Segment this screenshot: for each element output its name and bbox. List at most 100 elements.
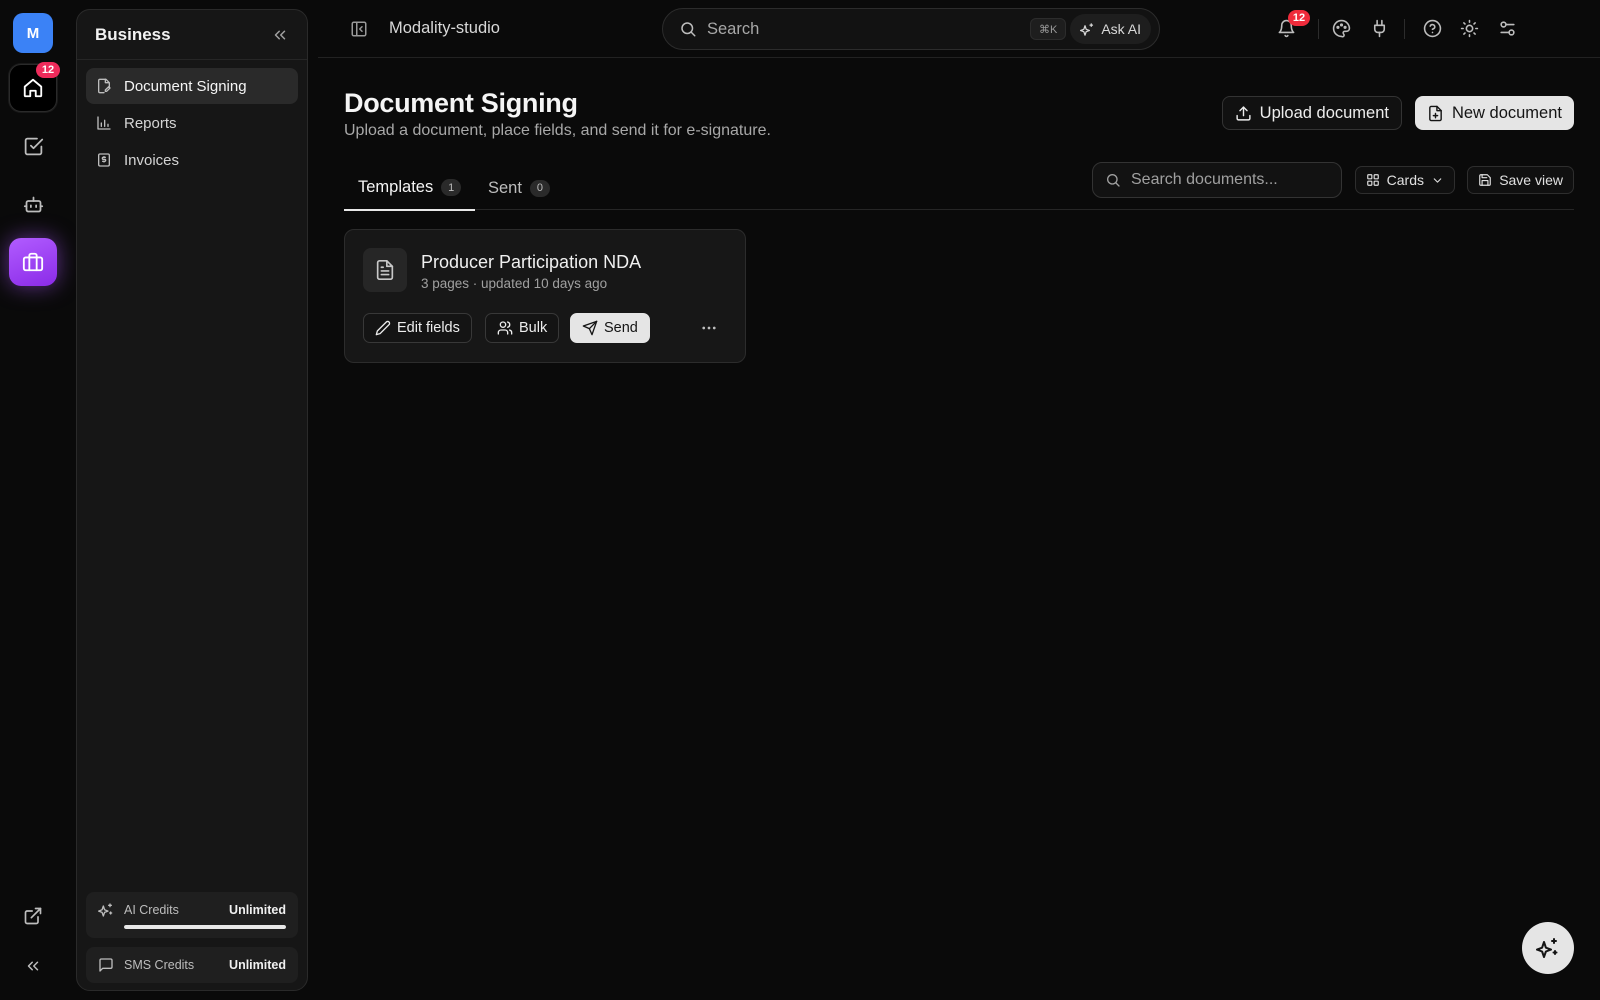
sidebar-header: Business xyxy=(77,10,307,60)
tab-templates[interactable]: Templates 1 xyxy=(344,166,476,211)
document-title[interactable]: Producer Participation NDA xyxy=(421,252,641,273)
send-icon xyxy=(582,320,598,336)
sidebar-title: Business xyxy=(95,24,171,44)
sidebar-item-label: Invoices xyxy=(124,151,180,169)
upload-icon xyxy=(1235,105,1252,122)
new-document-label: New document xyxy=(1451,103,1562,122)
send-button[interactable]: Send xyxy=(570,313,650,343)
top-bar-actions: 12 xyxy=(1278,0,1600,58)
sms-credits-label: SMS Credits xyxy=(124,958,195,972)
ai-credits-label: AI Credits xyxy=(124,903,179,917)
sidebar-item-label: Document Signing xyxy=(124,77,247,95)
page-title: Document Signing xyxy=(344,88,578,118)
pencil-icon xyxy=(375,320,391,336)
external-link-icon xyxy=(23,906,43,926)
sms-credits-value: Unlimited xyxy=(229,958,286,972)
integrations-button[interactable] xyxy=(1370,19,1389,38)
ai-credits-progress xyxy=(124,925,286,929)
rail-external-link-button[interactable] xyxy=(9,892,57,940)
sidebar-collapse-button[interactable] xyxy=(271,26,289,44)
rail-collapse-button[interactable] xyxy=(9,942,57,990)
sidebar-item-label: Reports xyxy=(124,114,177,132)
document-card[interactable]: Producer Participation NDA 3 pages · upd… xyxy=(344,229,746,363)
tab-sent[interactable]: Sent 0 xyxy=(474,166,564,210)
chevron-down-icon xyxy=(1431,174,1444,187)
sidebar-nav: Document Signing Reports Invoices xyxy=(77,60,307,187)
sparkles-icon xyxy=(98,902,114,918)
global-search[interactable]: Search ⌘K Ask AI xyxy=(662,8,1160,50)
more-options-button[interactable] xyxy=(697,318,721,338)
home-icon xyxy=(22,77,44,99)
sparkles-icon xyxy=(1536,936,1560,960)
ai-credits-panel: AI Credits Unlimited xyxy=(86,892,298,938)
invoice-icon xyxy=(96,152,112,168)
rail-home-button[interactable]: 12 xyxy=(9,62,60,112)
search-shortcut-hint: ⌘K xyxy=(1029,18,1067,40)
document-search-input[interactable]: Search documents... xyxy=(1092,162,1342,198)
new-document-button[interactable]: New document xyxy=(1414,96,1574,130)
bar-chart-icon xyxy=(96,115,112,131)
view-mode-select[interactable]: Cards xyxy=(1354,166,1455,194)
check-square-icon xyxy=(23,136,44,157)
search-placeholder: Search xyxy=(707,19,760,38)
sidebar-panel-icon xyxy=(350,20,368,38)
briefcase-icon xyxy=(22,251,44,273)
chevrons-left-icon xyxy=(24,957,42,975)
top-bar: Modality-studio Search ⌘K Ask AI 12 xyxy=(318,0,1600,58)
more-horizontal-icon xyxy=(700,319,718,337)
notifications-badge: 12 xyxy=(1288,10,1310,26)
sms-credits-panel: SMS Credits Unlimited xyxy=(86,947,298,983)
workspace-avatar[interactable]: M xyxy=(13,13,53,53)
sun-icon xyxy=(1460,19,1479,38)
tab-count: 0 xyxy=(529,179,550,197)
search-icon xyxy=(679,20,697,38)
file-plus-icon xyxy=(1427,105,1444,122)
bulk-label: Bulk xyxy=(519,320,548,336)
theme-palette-button[interactable] xyxy=(1332,19,1351,38)
ai-credits-progress-fill xyxy=(124,925,286,929)
avatar-initial: M xyxy=(26,24,40,42)
save-view-label: Save view xyxy=(1499,172,1563,188)
theme-toggle-button[interactable] xyxy=(1460,19,1479,38)
save-icon xyxy=(1478,173,1492,187)
plug-icon xyxy=(1370,19,1389,38)
document-thumbnail xyxy=(363,248,407,292)
sidebar-item-reports[interactable]: Reports xyxy=(86,105,298,141)
sidebar-item-document-signing[interactable]: Document Signing xyxy=(86,68,298,104)
save-view-button[interactable]: Save view xyxy=(1467,166,1574,194)
home-notification-badge: 12 xyxy=(36,62,60,78)
search-icon xyxy=(1105,172,1121,188)
help-button[interactable] xyxy=(1423,19,1442,38)
rail-business-button[interactable] xyxy=(9,238,57,286)
help-circle-icon xyxy=(1423,19,1442,38)
upload-document-button[interactable]: Upload document xyxy=(1221,96,1402,130)
send-label: Send xyxy=(604,320,638,336)
divider xyxy=(1318,19,1319,39)
app-rail: M 12 xyxy=(0,0,66,1000)
ai-assistant-button[interactable] xyxy=(1522,922,1574,974)
ai-credits-value: Unlimited xyxy=(229,903,286,917)
main-content: Document Signing Upload a document, plac… xyxy=(344,58,1574,1000)
bulk-send-button[interactable]: Bulk xyxy=(485,313,560,343)
upload-document-label: Upload document xyxy=(1259,103,1389,122)
edit-fields-label: Edit fields xyxy=(397,320,460,336)
grid-icon xyxy=(1366,173,1380,187)
panel-toggle-button[interactable] xyxy=(350,20,368,38)
users-icon xyxy=(497,320,513,336)
file-signature-icon xyxy=(96,78,112,94)
sidebar-item-invoices[interactable]: Invoices xyxy=(86,142,298,178)
workspace-name[interactable]: Modality-studio xyxy=(389,19,500,38)
palette-icon xyxy=(1332,19,1351,38)
rail-agents-button[interactable] xyxy=(9,180,57,228)
edit-fields-button[interactable]: Edit fields xyxy=(363,313,472,343)
divider xyxy=(1404,19,1405,39)
chevrons-left-icon xyxy=(271,26,289,44)
ask-ai-button[interactable]: Ask AI xyxy=(1070,14,1151,44)
page-subtitle: Upload a document, place fields, and sen… xyxy=(344,122,771,139)
tab-label: Templates xyxy=(358,178,434,196)
ask-ai-label: Ask AI xyxy=(1101,21,1141,37)
tab-count: 1 xyxy=(441,179,462,196)
settings-button[interactable] xyxy=(1498,19,1517,38)
view-mode-label: Cards xyxy=(1386,172,1424,188)
rail-tasks-button[interactable] xyxy=(9,122,57,170)
